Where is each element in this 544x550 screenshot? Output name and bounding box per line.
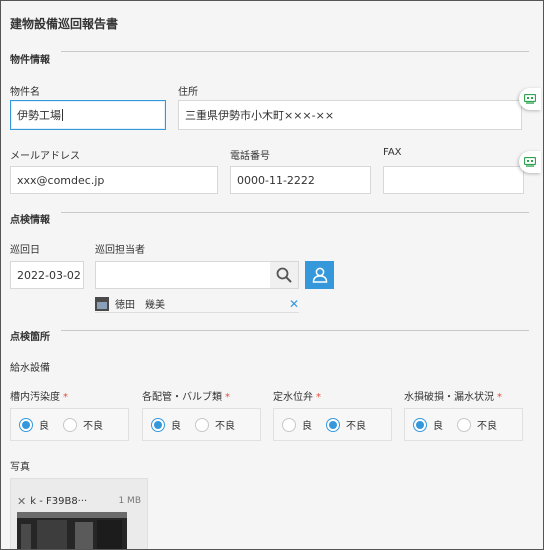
inspector-search-button[interactable] <box>270 261 299 289</box>
radio-button[interactable] <box>457 417 471 432</box>
radio-label: 不良 <box>215 421 235 432</box>
radio-button-selected[interactable] <box>326 417 340 432</box>
user-icon <box>312 267 327 283</box>
email-input[interactable]: xxx@comdec.jp <box>10 166 218 194</box>
required-mark: * <box>225 392 230 403</box>
section-locations-label: 点検箇所 <box>10 332 50 343</box>
property-name-label: 物件名 <box>10 87 40 98</box>
phone-value: 0000-11-2222 <box>237 173 315 187</box>
radio-button-selected[interactable] <box>19 417 33 432</box>
file-size: 1 MB <box>118 496 141 506</box>
inspector-search-input[interactable] <box>95 261 271 289</box>
item-label: 各配管・バルブ類 * <box>142 388 230 403</box>
item-label-text: 定水位弁 <box>273 392 313 403</box>
selected-inspector: 徳田 幾美 ✕ <box>95 295 299 313</box>
photo-preview-image <box>17 512 127 549</box>
side-panel-button-2[interactable] <box>519 151 541 173</box>
required-mark: * <box>63 392 68 403</box>
property-name-input[interactable]: 伊勢工場 <box>10 100 166 130</box>
item-label-text: 水損破損・漏水状況 <box>404 392 494 403</box>
radio-group: 良 不良 <box>10 408 129 441</box>
side-panel-button[interactable] <box>519 88 541 110</box>
radio-group: 良 不良 <box>273 408 392 441</box>
inspection-date-label: 巡回日 <box>10 245 40 256</box>
inspection-date-value: 2022-03-02 <box>17 268 81 282</box>
radio-option-bad[interactable]: 不良 <box>195 417 235 432</box>
report-form: 建物設備巡回報告書 物件情報 物件名 伊勢工場 住所 三重県伊勢市小木町×××-… <box>0 0 544 550</box>
item-label: 定水位弁 * <box>273 388 321 403</box>
radio-button-selected[interactable] <box>413 417 427 432</box>
radio-option-good[interactable]: 良 <box>151 417 181 432</box>
radio-option-bad[interactable]: 不良 <box>63 417 103 432</box>
radio-label: 良 <box>39 421 49 432</box>
inspection-date-input[interactable]: 2022-03-02 <box>10 261 84 289</box>
radio-label: 不良 <box>477 421 497 432</box>
radio-option-good[interactable]: 良 <box>19 417 49 432</box>
radio-label: 良 <box>302 421 312 432</box>
radio-option-good[interactable]: 良 <box>282 417 312 432</box>
file-header: ✕ k - F39B8··· 1 MB <box>11 494 147 508</box>
remove-file-icon[interactable]: ✕ <box>17 495 26 508</box>
photo-thumbnail[interactable] <box>17 512 127 549</box>
radio-button[interactable] <box>282 417 296 432</box>
item-label-text: 槽内汚染度 <box>10 392 60 403</box>
remove-inspector-icon[interactable]: ✕ <box>289 297 299 311</box>
section-divider <box>61 51 529 52</box>
radio-option-bad[interactable]: 不良 <box>457 417 497 432</box>
radio-option-bad[interactable]: 不良 <box>326 417 366 432</box>
fax-label: FAX <box>383 147 402 158</box>
radio-label: 良 <box>171 421 181 432</box>
selected-inspector-name: 徳田 幾美 <box>115 300 165 311</box>
section-inspection-label: 点検情報 <box>10 215 50 226</box>
form-title: 建物設備巡回報告書 <box>10 17 119 31</box>
comment-icon <box>524 94 536 104</box>
property-name-value: 伊勢工場 <box>17 109 61 122</box>
phone-label: 電話番号 <box>230 151 270 162</box>
search-icon <box>276 267 292 283</box>
item-label: 槽内汚染度 * <box>10 388 68 403</box>
avatar <box>95 296 109 311</box>
radio-group: 良 不良 <box>142 408 261 441</box>
inspector-select-button[interactable] <box>305 261 334 289</box>
comment-icon <box>524 157 536 167</box>
address-label: 住所 <box>178 87 198 98</box>
radio-group: 良 不良 <box>404 408 523 441</box>
address-value: 三重県伊勢市小木町×××-×× <box>185 109 335 122</box>
inspector-label: 巡回担当者 <box>95 245 145 256</box>
radio-label: 良 <box>433 421 443 432</box>
required-mark: * <box>316 392 321 403</box>
email-label: メールアドレス <box>10 151 80 162</box>
section-divider <box>61 330 529 331</box>
section-property-label: 物件情報 <box>10 55 50 66</box>
section-divider <box>61 212 529 213</box>
email-value: xxx@comdec.jp <box>17 173 105 187</box>
phone-input[interactable]: 0000-11-2222 <box>230 166 371 194</box>
file-attachment: ✕ k - F39B8··· 1 MB <box>10 478 148 549</box>
fax-input[interactable] <box>383 166 524 194</box>
item-label: 水損破損・漏水状況 * <box>404 388 502 403</box>
photo-label: 写真 <box>10 462 30 473</box>
radio-button-selected[interactable] <box>151 417 165 432</box>
file-name[interactable]: k - F39B8··· <box>30 496 87 507</box>
radio-button[interactable] <box>195 417 209 432</box>
radio-label: 不良 <box>83 421 103 432</box>
text-caret <box>62 109 63 121</box>
item-label-text: 各配管・バルブ類 <box>142 392 222 403</box>
required-mark: * <box>497 392 502 403</box>
address-input[interactable]: 三重県伊勢市小木町×××-×× <box>178 100 522 130</box>
radio-label: 不良 <box>346 421 366 432</box>
radio-option-good[interactable]: 良 <box>413 417 443 432</box>
group-label: 給水設備 <box>10 363 50 374</box>
radio-button[interactable] <box>63 417 77 432</box>
